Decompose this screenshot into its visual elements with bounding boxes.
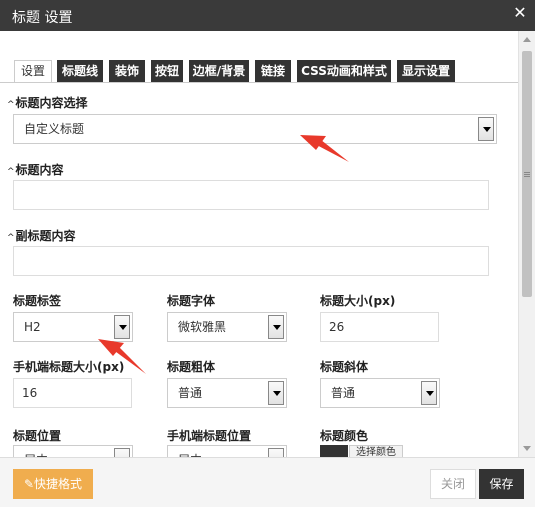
title-tag-value: H2 <box>24 320 41 334</box>
chevron-down-icon[interactable] <box>268 448 284 457</box>
dialog-title: 标题 设置 <box>12 10 73 26</box>
title-italic-value: 普通 <box>331 386 356 400</box>
mobile-title-position-select[interactable]: 居中 <box>167 445 287 457</box>
title-tag-label: 标题标签 <box>13 294 62 308</box>
chevron-down-icon[interactable] <box>114 448 130 457</box>
tab-button[interactable]: 按钮 <box>151 60 183 82</box>
tab-decoration[interactable]: 装饰 <box>109 60 145 82</box>
title-bold-select[interactable]: 普通 <box>167 378 287 408</box>
tab-divider <box>0 82 518 83</box>
title-position-select[interactable]: 居中 <box>13 445 133 457</box>
tab-link[interactable]: 链接 <box>255 60 291 82</box>
dialog-footer: ✎快捷格式 关闭 保存 <box>0 457 535 507</box>
chevron-down-icon[interactable] <box>268 381 284 405</box>
title-bold-label: 标题粗体 <box>167 360 216 374</box>
chevron-down-icon[interactable] <box>114 315 130 339</box>
mobile-title-position-label: 手机端标题位置 <box>167 429 252 443</box>
scroll-down-icon[interactable] <box>523 446 531 451</box>
chevron-down-icon[interactable] <box>421 381 437 405</box>
vertical-scrollbar[interactable] <box>518 31 535 457</box>
close-button[interactable]: 关闭 <box>430 469 476 499</box>
content-select-dropdown[interactable]: 自定义标题 <box>13 114 497 144</box>
title-italic-select[interactable]: 普通 <box>320 378 440 408</box>
dialog-titlebar: 标题 设置 ✕ <box>0 0 535 31</box>
quick-format-button[interactable]: ✎快捷格式 <box>13 469 93 499</box>
title-font-select[interactable]: 微软雅黑 <box>167 312 287 342</box>
tab-title-line[interactable]: 标题线 <box>57 60 103 82</box>
chevron-down-icon[interactable] <box>268 315 284 339</box>
title-size-label: 标题大小(px) <box>320 294 396 308</box>
tab-settings[interactable]: 设置 <box>14 60 52 83</box>
title-italic-label: 标题斜体 <box>320 360 369 374</box>
subtitle-content-input[interactable] <box>13 246 489 276</box>
title-size-input[interactable]: 26 <box>320 312 439 342</box>
grip-icon <box>524 172 530 177</box>
title-position-label: 标题位置 <box>13 429 62 443</box>
title-content-input[interactable] <box>13 180 489 210</box>
tab-css-animation[interactable]: CSS动画和样式 <box>297 60 391 82</box>
tab-border-background[interactable]: 边框/背景 <box>189 60 249 82</box>
content-select-value: 自定义标题 <box>24 122 85 136</box>
choose-color-button[interactable]: 选择颜色 <box>349 445 403 457</box>
mobile-title-size-label: 手机端标题大小(px) <box>13 360 125 374</box>
close-icon[interactable]: ✕ <box>513 5 527 21</box>
scroll-up-icon[interactable] <box>523 37 531 42</box>
quick-format-label: 快捷格式 <box>34 477 83 491</box>
chevron-down-icon[interactable] <box>478 117 494 141</box>
edit-icon: ✎ <box>23 477 35 491</box>
title-bold-value: 普通 <box>178 386 203 400</box>
subtitle-content-label: ^副标题内容 <box>7 229 76 243</box>
scroll-thumb[interactable] <box>522 51 532 297</box>
mobile-title-size-input[interactable]: 16 <box>13 378 132 408</box>
dialog-body: 设置 标题线 装饰 按钮 边框/背景 链接 CSS动画和样式 显示设置 ^标题内… <box>0 31 535 457</box>
tab-display-settings[interactable]: 显示设置 <box>397 60 455 82</box>
title-font-value: 微软雅黑 <box>178 320 227 334</box>
save-button[interactable]: 保存 <box>479 469 524 499</box>
title-color-label: 标题颜色 <box>320 429 369 443</box>
content-select-label: ^标题内容选择 <box>7 96 88 110</box>
title-font-label: 标题字体 <box>167 294 216 308</box>
title-content-label: ^标题内容 <box>7 163 64 177</box>
color-swatch[interactable] <box>320 445 348 457</box>
title-tag-select[interactable]: H2 <box>13 312 133 342</box>
